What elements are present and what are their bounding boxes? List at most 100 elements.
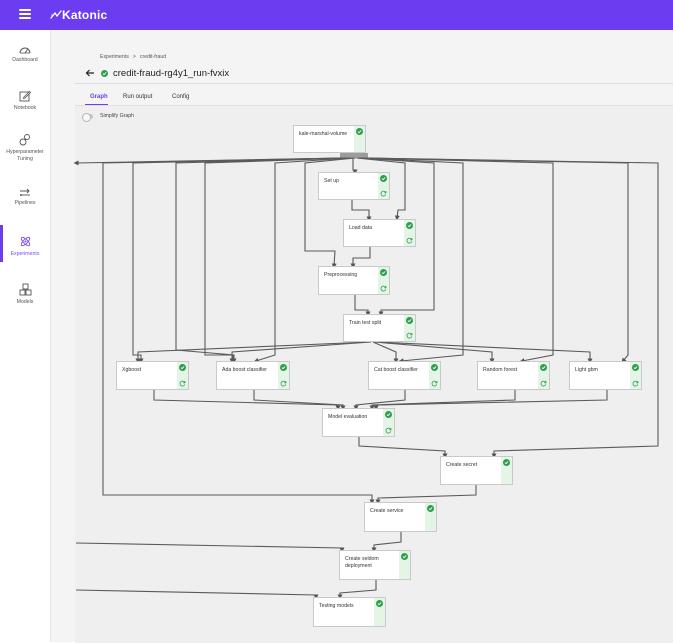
pipeline-node-ada-boost-classifier[interactable]: Ada boost classifier: [216, 361, 290, 390]
models-cubes-icon: [19, 283, 31, 296]
check-circle-icon: [179, 364, 186, 371]
check-circle-icon: [385, 411, 392, 418]
katonic-logo-icon: [50, 10, 62, 19]
pipeline-node-set-up[interactable]: Set up: [318, 172, 390, 200]
pipeline-node-random-forest[interactable]: Random forest: [477, 361, 550, 390]
check-circle-icon: [431, 364, 438, 371]
sidebar-item-label: Pipelines: [14, 200, 36, 206]
sidebar: Dashboard Notebook Hyperparameter Tuning…: [0, 30, 51, 642]
node-status-panel: [404, 220, 415, 246]
node-label: Model evaluation: [328, 414, 368, 420]
sidebar-item-label: Models: [16, 299, 34, 305]
cached-refresh-icon: [380, 190, 387, 197]
pipeline-node-create-seldom-deployment[interactable]: Create seldom deployment: [339, 550, 411, 580]
cached-refresh-icon: [179, 380, 186, 387]
check-circle-icon: [540, 364, 547, 371]
node-label: Create service: [370, 508, 404, 514]
pipeline-node-model-evaluation[interactable]: Model evaluation: [322, 408, 395, 437]
cached-refresh-icon: [280, 380, 287, 387]
sidebar-item-label: Experiments: [10, 251, 40, 257]
pipeline-node-load-data[interactable]: Load data: [343, 219, 416, 247]
sidebar-item-hyperparameter-tuning[interactable]: Hyperparameter Tuning: [0, 133, 50, 163]
pipeline-node-kale-marshal-volume[interactable]: kale-marshal-volume: [293, 125, 366, 153]
cached-refresh-icon: [431, 380, 438, 387]
sidebar-item-dashboard[interactable]: Dashboard: [0, 45, 50, 64]
tab-run-output[interactable]: Run output: [123, 94, 152, 100]
pipeline-arrows-icon: [19, 188, 30, 196]
node-status-panel: [278, 362, 289, 389]
pipeline-node-preprocessing[interactable]: Preprocessing: [318, 266, 390, 295]
node-status-panel: [354, 126, 365, 152]
breadcrumb-separator: >: [132, 54, 136, 60]
experiments-atom-icon: [20, 236, 30, 247]
sidebar-item-label: Notebook: [13, 105, 37, 111]
node-label: Preprocessing: [324, 272, 358, 278]
node-status-panel: [399, 551, 410, 579]
cached-refresh-icon: [385, 427, 392, 434]
node-label: Testing models: [319, 603, 354, 609]
gauge-icon: [19, 47, 31, 54]
check-circle-icon: [503, 459, 510, 466]
top-app-bar: Katonic: [0, 0, 673, 30]
katonic-logo[interactable]: Katonic: [50, 7, 107, 23]
breadcrumb-experiments-link[interactable]: Experiments: [100, 54, 129, 60]
node-label: Set up: [324, 178, 339, 184]
check-circle-icon: [632, 364, 639, 371]
node-status-panel: [404, 315, 415, 341]
node-label: Ada boost classifier: [222, 367, 267, 373]
tab-graph[interactable]: Graph: [90, 94, 108, 100]
node-status-panel: [374, 598, 385, 626]
node-label: Create seldom deployment: [345, 556, 379, 569]
brand-name: Katonic: [62, 8, 108, 22]
hamburger-menu-icon[interactable]: [19, 9, 31, 20]
back-arrow-icon[interactable]: [85, 68, 95, 78]
cached-refresh-icon: [632, 380, 639, 387]
check-circle-icon: [280, 364, 287, 371]
node-status-panel: [538, 362, 549, 389]
breadcrumb-current[interactable]: credit-fraud: [140, 54, 166, 60]
page-header: credit-fraud-rg4y1_run-fvxix: [85, 66, 229, 80]
node-label: Light gbm: [575, 367, 598, 373]
cached-refresh-icon: [540, 380, 547, 387]
check-circle-icon: [380, 175, 387, 182]
node-label: Random forest: [483, 367, 518, 373]
page-title: credit-fraud-rg4y1_run-fvxix: [113, 67, 230, 79]
pipeline-node-create-secret[interactable]: Create secret: [440, 456, 513, 485]
check-circle-icon: [427, 505, 434, 512]
pipeline-node-create-service[interactable]: Create service: [364, 502, 437, 532]
pipeline-node-train-test-split[interactable]: Train test split: [343, 314, 416, 342]
node-status-panel: [425, 503, 436, 531]
node-label: Load data: [349, 225, 373, 231]
sidebar-item-notebook[interactable]: Notebook: [0, 90, 50, 112]
node-status-panel: [429, 362, 440, 389]
run-status-success-icon: [101, 69, 108, 77]
node-status-panel: [177, 362, 188, 389]
cached-refresh-icon: [380, 285, 387, 292]
sidebar-item-label: Hyperparameter Tuning: [6, 149, 44, 162]
sidebar-item-models[interactable]: Models: [0, 283, 50, 306]
breadcrumb: Experiments > credit-fraud: [100, 54, 166, 60]
simplify-graph-toggle[interactable]: [82, 113, 93, 122]
simplify-graph-label: Simplify Graph: [100, 113, 135, 119]
sidebar-item-experiments[interactable]: Experiments: [0, 225, 50, 262]
check-circle-icon: [401, 553, 408, 560]
node-label: kale-marshal-volume: [299, 131, 348, 137]
sidebar-item-pipelines[interactable]: Pipelines: [0, 188, 50, 207]
check-circle-icon: [406, 317, 413, 324]
header-divider: [75, 83, 673, 84]
sidebar-item-label: Dashboard: [12, 57, 38, 63]
pipeline-node-testing-models[interactable]: Testing models: [313, 597, 386, 627]
hyperparameter-flask-icon: [19, 134, 30, 146]
pipeline-node-cat-boost-classifier[interactable]: Cat boost classifier: [368, 361, 441, 390]
pipeline-node-light-gbm[interactable]: Light gbm: [569, 361, 642, 390]
cached-refresh-icon: [406, 332, 413, 339]
node-label: Cat boost classifier: [374, 367, 418, 373]
pipeline-node-xgboost[interactable]: Xgboost: [116, 361, 189, 390]
check-circle-icon: [406, 222, 413, 229]
node-status-panel: [630, 362, 641, 389]
check-circle-icon: [356, 128, 363, 135]
check-circle-icon: [376, 600, 383, 607]
node-status-panel: [501, 457, 512, 484]
tab-config[interactable]: Config: [172, 94, 189, 100]
node-label: Xgboost: [122, 367, 142, 373]
